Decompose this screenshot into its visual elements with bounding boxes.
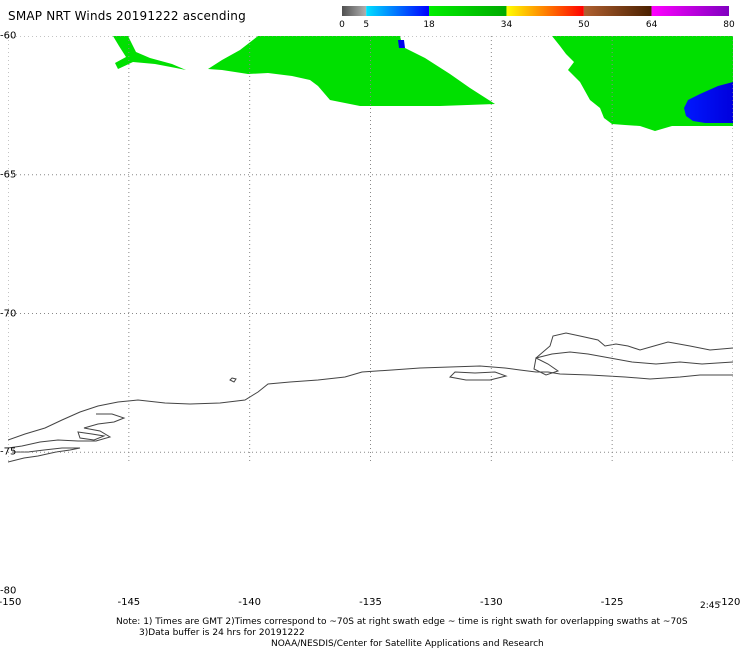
latitude-label: -65 — [0, 169, 17, 181]
footnote-line-1: Note: 1) Times are GMT 2)Times correspon… — [116, 617, 688, 627]
longitude-label: -140 — [238, 597, 262, 608]
longitude-label: -150 — [0, 597, 22, 608]
wind-swath-green-area — [208, 36, 495, 106]
footnote-line-2: 3)Data buffer is 24 hrs for 20191222 — [139, 628, 305, 638]
coastline-segment — [8, 447, 81, 463]
footnote-credit: NOAA/NESDIS/Center for Satellite Applica… — [271, 639, 544, 649]
latitude-label: -60 — [0, 30, 17, 42]
wind-swath-left — [113, 36, 495, 106]
wind-swath-right — [552, 36, 733, 131]
coastline-segment — [8, 413, 126, 449]
coastline-segment — [448, 371, 508, 381]
wind-swath-blue-area — [398, 40, 405, 48]
latitude-label: -80 — [0, 585, 17, 597]
longitude-label: -135 — [359, 597, 382, 608]
coastline-segment — [535, 332, 733, 359]
coastline-segment — [77, 431, 106, 441]
map-lower-blank — [8, 464, 733, 591]
longitude-label: -130 — [479, 597, 503, 608]
longitude-label: -145 — [117, 597, 141, 608]
swath-time-label: 2:45 — [700, 601, 721, 611]
wind-map — [8, 36, 733, 591]
longitude-label: -120 — [717, 597, 740, 608]
coastline-segment — [229, 377, 237, 383]
longitude-label: -125 — [600, 597, 624, 608]
latitude-label: -75 — [0, 446, 17, 458]
wind-swath-green-area — [113, 36, 186, 70]
coastline-segment — [535, 351, 733, 365]
latitude-label: -70 — [0, 308, 17, 319]
